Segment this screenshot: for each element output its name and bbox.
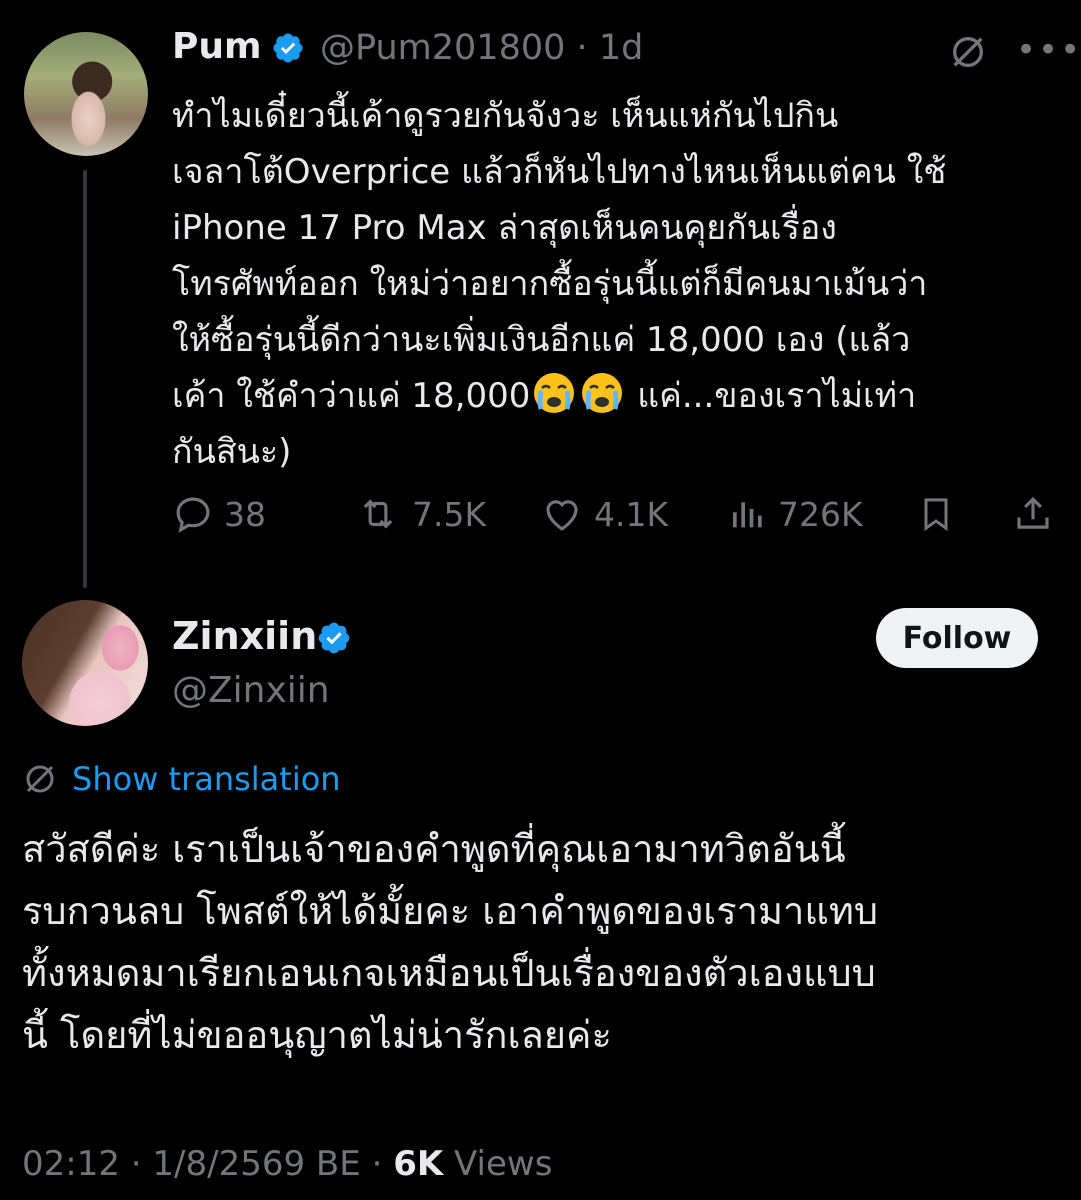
parent-text-part1: ทำไมเดี๋ยวนี้เค้าดูรวยกันจังวะ เห็นแห่กั…	[172, 96, 947, 416]
reply-action[interactable]: 38	[172, 490, 266, 538]
reply-time[interactable]: 02:12	[22, 1144, 120, 1184]
repost-icon	[363, 499, 393, 529]
like-action[interactable]: 4.1K	[540, 490, 668, 538]
crying-emoji-icon	[580, 371, 624, 415]
separator-dot: ·	[576, 28, 588, 68]
parent-time[interactable]: 1d	[599, 28, 644, 68]
translate-icon	[26, 765, 54, 793]
reply-icon	[176, 497, 210, 533]
reply-views-label: Views	[454, 1144, 553, 1184]
like-count: 4.1K	[594, 494, 669, 534]
avatar-pum[interactable]	[24, 32, 148, 156]
reply-views-count: 6K	[393, 1144, 444, 1184]
thread-connector-line	[83, 170, 87, 588]
bookmark-action[interactable]	[916, 490, 956, 538]
avatar-zinxiin[interactable]	[22, 600, 148, 726]
reply-handle[interactable]: @Zinxiin	[172, 670, 330, 711]
reply-tweet-text: สวัสดีค่ะ เราเป็นเจ้าของคำพูดที่คุณเอามา…	[22, 827, 879, 1057]
share-icon	[1017, 496, 1049, 529]
verified-badge-icon	[271, 31, 305, 69]
views-action[interactable]: 726K	[728, 490, 863, 538]
show-translation-link[interactable]: Show translation	[22, 760, 341, 798]
parent-tweet-text: ทำไมเดี๋ยวนี้เค้าดูรวยกันจังวะ เห็นแห่กั…	[172, 88, 1062, 480]
crying-emoji-icon	[532, 371, 576, 415]
follow-button[interactable]: Follow	[876, 608, 1038, 668]
parent-handle[interactable]: @Pum201800	[320, 28, 565, 68]
more-icon[interactable]: •••	[1016, 30, 1081, 70]
views-count: 726K	[778, 494, 863, 534]
share-action[interactable]	[1012, 490, 1054, 538]
show-translation-label[interactable]: Show translation	[72, 760, 341, 798]
parent-handle-and-time[interactable]: @Pum201800 · 1d	[320, 28, 643, 68]
reply-date[interactable]: 1/8/2569 BE	[152, 1144, 360, 1184]
separator-dot: ·	[130, 1144, 142, 1184]
bookmark-icon	[924, 498, 948, 532]
reply-metadata: 02:12 · 1/8/2569 BE · 6K Views	[22, 1144, 552, 1184]
parent-display-name[interactable]: Pum	[172, 26, 262, 67]
reply-display-name[interactable]: Zinxiin	[172, 614, 317, 658]
verified-badge-icon	[316, 620, 352, 660]
separator-dot: ·	[371, 1144, 383, 1184]
like-icon	[546, 500, 578, 531]
grok-icon[interactable]	[948, 32, 988, 76]
reply-count: 38	[224, 494, 266, 534]
repost-action[interactable]: 7.5K	[354, 490, 486, 538]
repost-count: 7.5K	[412, 494, 487, 534]
views-icon	[733, 502, 762, 528]
